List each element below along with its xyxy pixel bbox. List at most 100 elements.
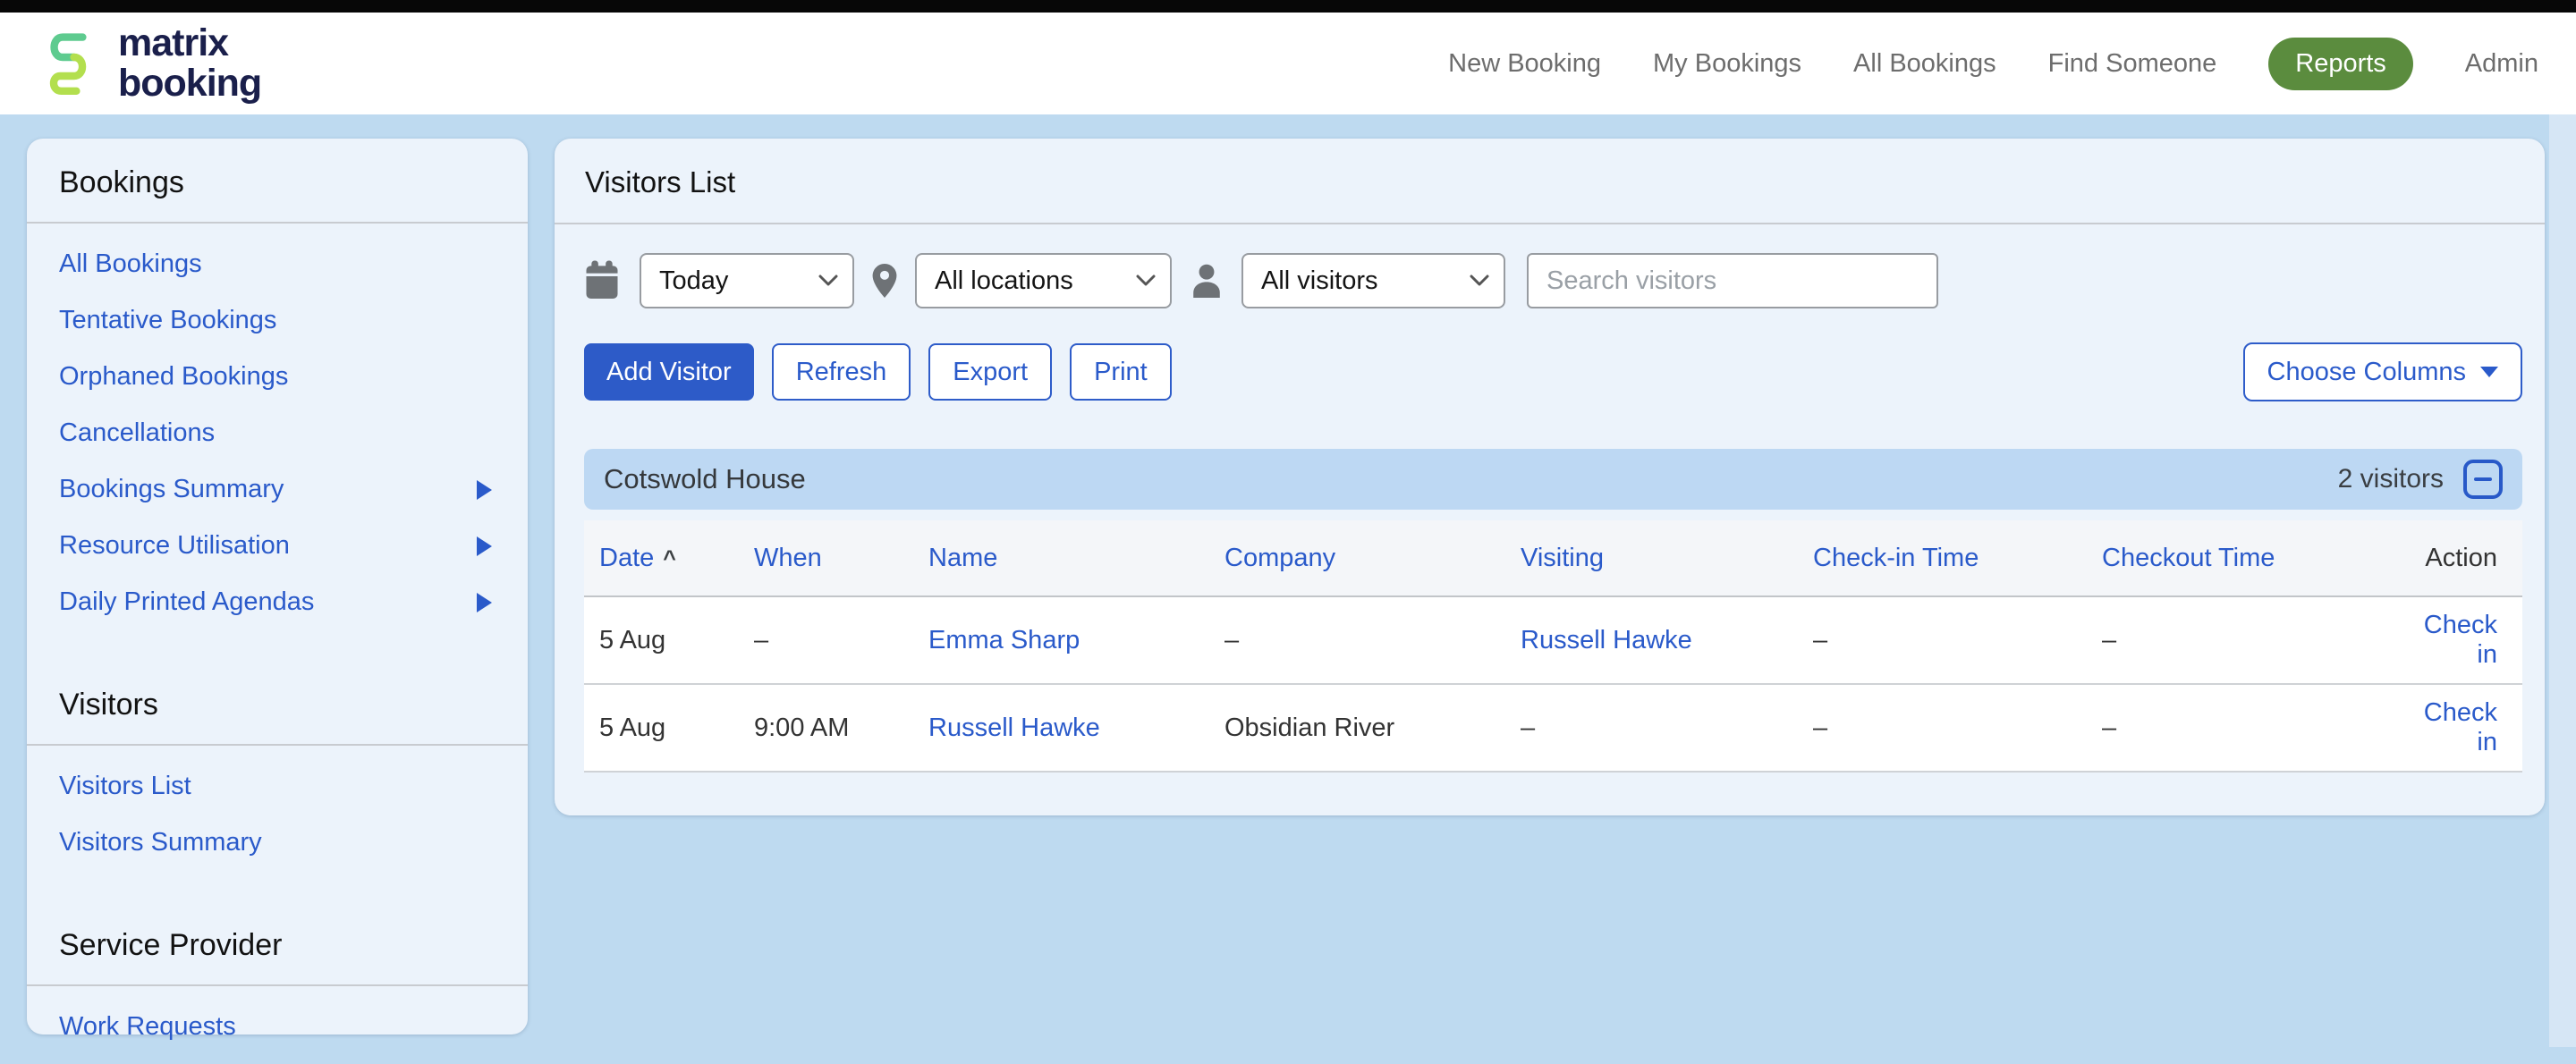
sidebar-list-service-provider: Work Requests [27,986,528,1064]
sidebar-item-daily-printed-agendas[interactable]: Daily Printed Agendas [27,574,528,630]
sidebar-section-title-bookings: Bookings [27,139,528,222]
reports-sidebar: Bookings All Bookings Tentative Bookings… [27,139,528,1034]
print-button[interactable]: Print [1070,343,1172,401]
scrollbar-track[interactable] [2549,114,2576,1047]
column-header-label: Date [599,544,654,572]
minus-square-icon[interactable] [2463,460,2503,499]
caret-down-icon [2480,367,2498,377]
top-navigation: New Booking My Bookings All Bookings Fin… [1448,38,2538,90]
table-row: 5 Aug 9:00 AM Russell Hawke Obsidian Riv… [584,685,2522,773]
visitor-filter-value: All visitors [1261,266,1378,296]
visitors-table: Date ^ When Name Company Visiting Check-i… [584,520,2522,773]
cell-checkout-time: – [2102,714,2403,743]
location-filter-value: All locations [935,266,1073,296]
add-visitor-button[interactable]: Add Visitor [584,343,754,401]
top-black-bar [0,0,2576,13]
visitor-name-link[interactable]: Russell Hawke [928,714,1224,743]
matrix-booking-logo[interactable]: matrix booking [38,23,261,104]
page-title: Visitors List [555,139,2545,223]
search-input[interactable] [1527,253,1938,308]
check-in-link[interactable]: Check in [2403,611,2497,670]
column-header-visiting[interactable]: Visiting [1521,544,1813,573]
refresh-button[interactable]: Refresh [772,343,911,401]
filter-row: Today All locations All visitors [584,253,2522,308]
table-row: 5 Aug – Emma Sharp – Russell Hawke – – C… [584,597,2522,685]
sidebar-list-bookings: All Bookings Tentative Bookings Orphaned… [27,224,528,639]
column-header-checkout[interactable]: Checkout Time [2102,544,2403,573]
app-header: matrix booking New Booking My Bookings A… [0,13,2576,114]
sidebar-item-label: Visitors Summary [59,828,262,857]
date-filter-select[interactable]: Today [640,253,854,308]
action-button-row: Add Visitor Refresh Export Print Choose … [584,342,2522,401]
column-header-date[interactable]: Date ^ [599,544,754,573]
choose-columns-button[interactable]: Choose Columns [2243,342,2522,401]
location-group-header: Cotswold House 2 visitors [584,449,2522,510]
caret-up-icon: ^ [663,546,676,571]
logo-line2: booking [118,63,261,104]
visitor-filter-select[interactable]: All visitors [1241,253,1505,308]
sidebar-item-label: Cancellations [59,418,215,448]
nav-all-bookings[interactable]: All Bookings [1853,49,1996,79]
nav-my-bookings[interactable]: My Bookings [1653,49,1801,79]
divider [555,223,2545,224]
group-header-right: 2 visitors [2338,460,2503,499]
cell-date: 5 Aug [599,714,754,743]
calendar-icon [584,260,620,301]
visitors-list-panel: Visitors List Today [555,139,2545,815]
chevron-down-icon [818,274,838,287]
nav-find-someone[interactable]: Find Someone [2048,49,2217,79]
triangle-right-icon [477,593,492,612]
cell-visiting: – [1521,714,1813,743]
person-icon [1191,264,1222,298]
table-header-row: Date ^ When Name Company Visiting Check-i… [584,520,2522,597]
sidebar-item-label: Orphaned Bookings [59,362,288,392]
sidebar-item-label: Tentative Bookings [59,306,276,335]
triangle-right-icon [477,480,492,500]
logo-line1: matrix [118,23,261,63]
cell-date: 5 Aug [599,626,754,655]
sidebar-list-visitors: Visitors List Visitors Summary [27,746,528,880]
sidebar-item-all-bookings[interactable]: All Bookings [27,236,528,292]
sidebar-item-label: Work Requests [59,1012,236,1042]
sidebar-item-bookings-summary[interactable]: Bookings Summary [27,461,528,518]
sidebar-section-title-visitors: Visitors [27,639,528,744]
location-pin-icon [872,264,897,298]
cell-when: – [754,626,928,655]
cell-when: 9:00 AM [754,714,928,743]
logo-wordmark: matrix booking [118,23,261,104]
sidebar-item-resource-utilisation[interactable]: Resource Utilisation [27,518,528,574]
sidebar-item-label: All Bookings [59,249,202,279]
sidebar-section-title-service-provider: Service Provider [27,880,528,984]
column-header-when[interactable]: When [754,544,928,573]
sidebar-item-visitors-summary[interactable]: Visitors Summary [27,815,528,871]
visitor-name-link[interactable]: Emma Sharp [928,626,1224,655]
triangle-right-icon [477,536,492,556]
cell-company: Obsidian River [1224,714,1521,743]
visiting-host-link[interactable]: Russell Hawke [1521,626,1813,655]
sidebar-item-cancellations[interactable]: Cancellations [27,405,528,461]
cell-checkout-time: – [2102,626,2403,655]
sidebar-item-label: Resource Utilisation [59,531,290,561]
sidebar-item-tentative-bookings[interactable]: Tentative Bookings [27,292,528,349]
sidebar-item-label: Daily Printed Agendas [59,587,314,617]
matrix-booking-logo-icon [38,30,100,97]
panel-body: Today All locations All visitors [555,253,2545,815]
column-header-checkin[interactable]: Check-in Time [1813,544,2102,573]
export-button[interactable]: Export [928,343,1052,401]
nav-new-booking[interactable]: New Booking [1448,49,1601,79]
visitor-count: 2 visitors [2338,464,2444,494]
cell-checkin-time: – [1813,714,2102,743]
sidebar-item-orphaned-bookings[interactable]: Orphaned Bookings [27,349,528,405]
column-header-name[interactable]: Name [928,544,1224,573]
column-header-action: Action [2403,544,2497,573]
column-header-company[interactable]: Company [1224,544,1521,573]
nav-reports[interactable]: Reports [2268,38,2413,90]
choose-columns-label: Choose Columns [2267,358,2466,387]
chevron-down-icon [1470,274,1489,287]
check-in-link[interactable]: Check in [2403,698,2497,757]
cell-checkin-time: – [1813,626,2102,655]
date-filter-value: Today [659,266,728,296]
sidebar-item-visitors-list[interactable]: Visitors List [27,758,528,815]
location-filter-select[interactable]: All locations [915,253,1172,308]
nav-admin[interactable]: Admin [2465,49,2538,79]
